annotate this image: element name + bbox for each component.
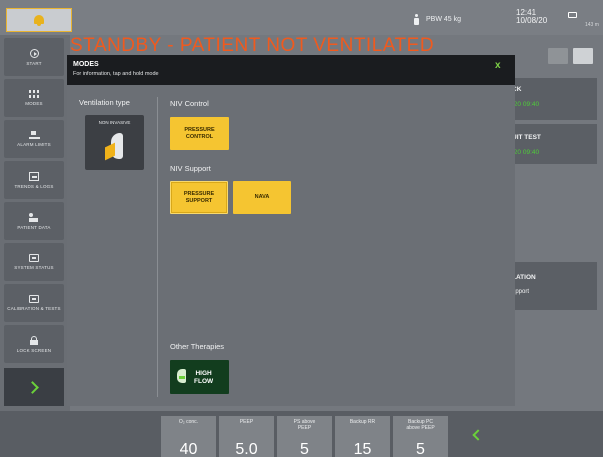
- setting-value: 5: [300, 441, 309, 457]
- trends-icon: [29, 171, 39, 181]
- pressure-support-button[interactable]: PRESSURE SUPPORT: [170, 181, 228, 214]
- right-panel-value: /20 09:40: [512, 149, 540, 156]
- sidebar-item-label: ALARM LIMITS: [17, 142, 51, 147]
- battery-text: 143 m: [585, 22, 599, 28]
- setting-value: 5: [416, 441, 425, 457]
- sidebar-item-lock-screen[interactable]: LOCK SCREEN: [4, 325, 64, 363]
- patient-icon: [29, 212, 39, 222]
- non-invasive-label: NON INVASIVE: [98, 120, 131, 125]
- high-flow-button[interactable]: HIGH FLOW: [170, 360, 229, 394]
- clock-date: 10/08/20: [516, 16, 548, 25]
- sidebar: START MODES ALARM LIMITS TRENDS & LOGS P…: [0, 35, 70, 411]
- right-panel-title: UIT TEST: [512, 134, 541, 141]
- nava-button[interactable]: NAVA: [233, 181, 291, 214]
- bell-icon: [33, 14, 45, 26]
- right-panel-value: /20 09:40: [512, 101, 540, 108]
- close-icon[interactable]: x: [495, 60, 501, 71]
- system-icon: [29, 254, 39, 262]
- nasal-cannula-icon: [177, 369, 186, 383]
- right-panel-circuit-test[interactable]: UIT TEST /20 09:40: [506, 124, 597, 164]
- battery-icon: [568, 12, 577, 18]
- niv-control-label: NIV Control: [170, 99, 209, 108]
- sidebar-item-start[interactable]: START: [4, 38, 64, 76]
- right-panel-check[interactable]: CK /20 09:40: [506, 78, 597, 120]
- setting-name: Backup RR: [349, 419, 376, 425]
- sidebar-item-label: SYSTEM STATUS: [14, 265, 54, 270]
- setting-ps-above-peep[interactable]: PS above PEEP 5: [277, 416, 332, 457]
- sidebar-item-label: START: [26, 60, 42, 66]
- status-title: STANDBY - PATIENT NOT VENTILATED: [70, 35, 435, 56]
- right-panel-title: LATION: [512, 274, 536, 281]
- non-invasive-card[interactable]: NON INVASIVE: [85, 115, 144, 170]
- settings-button[interactable]: [573, 48, 593, 64]
- setting-backup-rr[interactable]: Backup RR 15: [335, 416, 390, 457]
- setting-value: 5.0: [235, 441, 258, 457]
- mask-icon: [105, 133, 125, 160]
- setting-name: PEEP: [239, 419, 254, 425]
- pbw-text: PBW 45 kg: [426, 16, 462, 23]
- pressure-control-button[interactable]: PRESSURE CONTROL: [170, 117, 229, 150]
- chevron-left-icon: [472, 429, 484, 441]
- high-flow-label: HIGH FLOW: [194, 370, 214, 385]
- setting-value: 40: [179, 441, 198, 457]
- top-bar: PBW 45 kg 12:41 10/08/20 143 m: [0, 0, 603, 35]
- back-button[interactable]: [462, 420, 490, 450]
- divider: [157, 97, 158, 397]
- right-panel-ventilation[interactable]: LATION upport: [506, 262, 597, 310]
- sidebar-item-alarm-limits[interactable]: ALARM LIMITS: [4, 120, 64, 158]
- sidebar-item-trends[interactable]: TRENDS & LOGS: [4, 161, 64, 199]
- start-icon: [29, 48, 39, 58]
- other-therapies-label: Other Therapies: [170, 342, 225, 351]
- chevron-right-icon: [26, 380, 39, 394]
- sidebar-next-button[interactable]: [4, 368, 64, 406]
- patient-weight: PBW 45 kg: [414, 14, 461, 25]
- person-icon: [414, 14, 419, 25]
- modes-dialog: MODES For information, tap and hold mode…: [67, 55, 515, 406]
- screenshot-button[interactable]: [548, 48, 568, 64]
- dialog-title: MODES: [73, 61, 99, 68]
- dialog-subtitle: For information, tap and hold mode: [73, 71, 159, 77]
- ventilator-screen: PBW 45 kg 12:41 10/08/20 143 m STANDBY -…: [0, 0, 603, 457]
- modes-icon: [29, 90, 39, 98]
- sidebar-item-calibration[interactable]: CALIBRATION & TESTS: [4, 284, 64, 322]
- sidebar-item-patient-data[interactable]: PATIENT DATA: [4, 202, 64, 240]
- ventilation-type-label: Ventilation type: [79, 98, 130, 107]
- setting-o2-conc[interactable]: O₂ conc. 40: [161, 416, 216, 457]
- setting-value: 15: [353, 441, 372, 457]
- calibration-icon: [29, 295, 39, 303]
- dialog-header: MODES For information, tap and hold mode…: [67, 55, 515, 85]
- sidebar-item-system-status[interactable]: SYSTEM STATUS: [4, 243, 64, 281]
- sidebar-item-label: PATIENT DATA: [17, 224, 51, 230]
- setting-peep[interactable]: PEEP 5.0: [219, 416, 274, 457]
- alarm-button[interactable]: [6, 8, 72, 32]
- sidebar-item-label: TRENDS & LOGS: [14, 183, 54, 189]
- sidebar-item-label: LOCK SCREEN: [16, 347, 52, 353]
- setting-backup-pc[interactable]: Backup PC above PEEP 5: [393, 416, 448, 457]
- sidebar-item-label: MODES: [25, 101, 43, 106]
- setting-name: PS above PEEP: [293, 419, 316, 431]
- sidebar-item-label: CALIBRATION & TESTS: [7, 306, 61, 311]
- niv-support-label: NIV Support: [170, 164, 211, 173]
- setting-name: O₂ conc.: [178, 419, 199, 425]
- setting-name: Backup PC above PEEP: [406, 419, 435, 431]
- lock-icon: [30, 335, 38, 345]
- sidebar-item-modes[interactable]: MODES: [4, 79, 64, 117]
- clock: 12:41 10/08/20: [516, 9, 547, 25]
- alarm-limits-icon: [28, 131, 40, 139]
